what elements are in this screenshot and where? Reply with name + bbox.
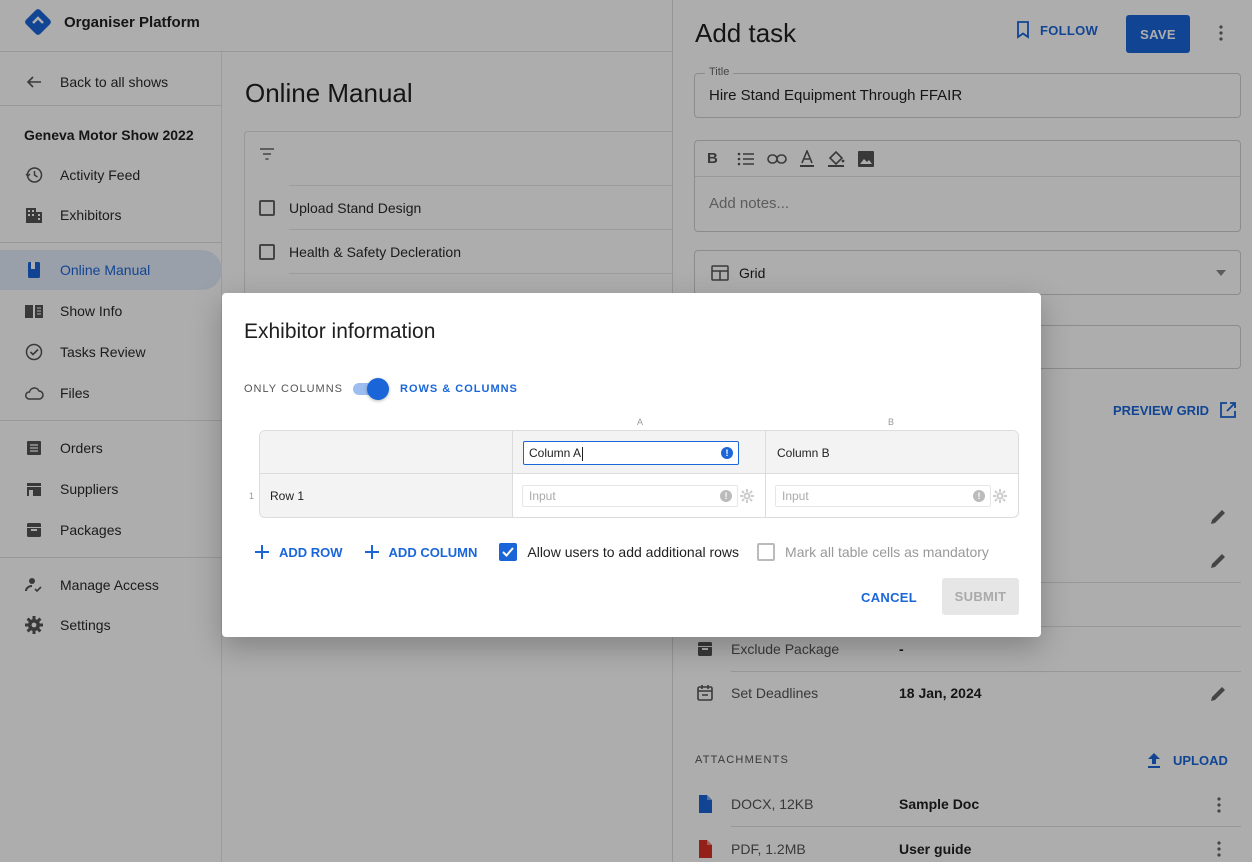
column-a-name-input[interactable]: Column A ! — [523, 441, 739, 465]
info-icon[interactable]: ! — [973, 490, 985, 502]
dialog-title: Exhibitor information — [244, 320, 436, 343]
cancel-button[interactable]: CANCEL — [861, 590, 917, 605]
row-number: 1 — [249, 491, 255, 501]
info-icon[interactable]: ! — [720, 490, 732, 502]
grid-actions: ADD ROW ADD COLUMN Allow users to add ad… — [255, 542, 989, 562]
plus-icon — [255, 545, 269, 559]
allow-additional-rows-checkbox[interactable] — [499, 543, 518, 561]
grid-column-divider — [512, 431, 513, 517]
row-1-name[interactable]: Row 1 — [270, 489, 304, 503]
submit-button[interactable]: SUBMIT — [942, 578, 1019, 615]
cell-placeholder: Input — [529, 489, 556, 503]
add-row-button[interactable]: ADD ROW — [255, 545, 343, 560]
cell-settings-gear-icon[interactable] — [993, 489, 1007, 503]
column-a-name-value: Column A — [529, 446, 582, 460]
exhibitor-information-dialog: Exhibitor information ONLY COLUMNS ROWS … — [222, 293, 1041, 637]
toggle-knob — [367, 378, 389, 400]
rows-columns-toggle[interactable] — [353, 378, 389, 400]
allow-additional-rows-label[interactable]: Allow users to add additional rows — [527, 544, 739, 560]
toggle-label-rows-columns[interactable]: ROWS & COLUMNS — [400, 383, 518, 395]
plus-icon — [364, 545, 379, 559]
grid-column-divider — [765, 431, 766, 517]
column-letter: B — [888, 417, 895, 427]
add-column-label: ADD COLUMN — [388, 544, 478, 560]
mandatory-cells-checkbox[interactable] — [757, 543, 776, 561]
grid-editor: Column A ! Column B Row 1 Input ! Input … — [259, 430, 1019, 518]
cell-input-a1[interactable]: Input ! — [522, 485, 738, 507]
column-b-name[interactable]: Column B — [777, 446, 830, 460]
toggle-label-only-columns[interactable]: ONLY COLUMNS — [244, 383, 343, 395]
cell-settings-gear-icon[interactable] — [740, 489, 754, 503]
info-icon[interactable]: ! — [721, 447, 733, 459]
mandatory-cells-label[interactable]: Mark all table cells as mandatory — [785, 544, 989, 560]
column-letter: A — [637, 417, 644, 427]
add-row-label: ADD ROW — [279, 544, 343, 560]
cell-placeholder: Input — [782, 489, 809, 503]
checkmark-icon — [502, 547, 515, 557]
add-column-button[interactable]: ADD COLUMN — [364, 544, 478, 560]
cell-input-b1[interactable]: Input ! — [775, 485, 991, 507]
